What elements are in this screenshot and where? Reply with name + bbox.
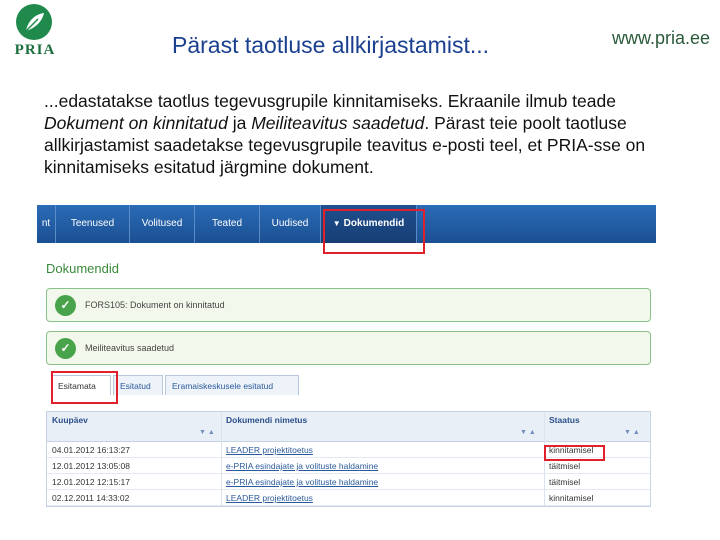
status-cell: täitmisel [549, 477, 581, 487]
body-text-part: ...edastatakse taotlus tegevusgrupile ki… [44, 91, 616, 111]
body-emphasis: Dokument on kinnitatud [44, 113, 228, 133]
success-message: ✓ FORS105: Dokument on kinnitatud [46, 288, 651, 322]
page-title: Dokumendid [46, 261, 119, 276]
site-url: www.pria.ee [612, 28, 711, 48]
date-cell: 04.01.2012 16:13:27 [52, 445, 130, 455]
column-divider [544, 412, 545, 506]
body-text-part: ja [227, 113, 252, 133]
document-name-link[interactable]: LEADER projektitoetus [226, 493, 313, 503]
status-cell: kinnitamisel [549, 445, 594, 455]
status-cell: kinnitamisel [549, 493, 594, 503]
logo-text: PRIA [14, 42, 56, 58]
pria-logo: PRIA [6, 4, 64, 64]
document-name-link[interactable]: LEADER projektitoetus [226, 445, 313, 455]
date-cell: 02.12.2011 14:33:02 [52, 493, 130, 503]
message-text: FORS105: Dokument on kinnitatud [85, 300, 225, 310]
tab-esitatud[interactable]: Esitatud [113, 375, 163, 395]
date-cell: 12.01.2012 12:15:17 [52, 477, 130, 487]
nav-item-teenused[interactable]: Teenused [56, 205, 130, 243]
top-navigation: nt Teenused Volitused Teated Uudised ▼ Do… [37, 205, 656, 243]
date-cell: 12.01.2012 13:05:08 [52, 461, 130, 471]
table-row[interactable]: 02.12.2011 14:33:02 LEADER projektitoetu… [47, 490, 650, 506]
document-name-link[interactable]: e-PRIA esindajate ja volituste haldamine [226, 461, 378, 471]
nav-item-volitused[interactable]: Volitused [130, 205, 195, 243]
status-cell: täitmisel [549, 461, 581, 471]
leaf-icon [16, 4, 52, 40]
nav-item-teated[interactable]: Teated [195, 205, 260, 243]
column-header-date[interactable]: Kuupäev [52, 415, 88, 425]
embedded-screenshot: nt Teenused Volitused Teated Uudised ▼ Do… [37, 205, 656, 510]
table-row[interactable]: 04.01.2012 16:13:27 LEADER projektitoetu… [47, 442, 650, 458]
tab-esitamata[interactable]: Esitamata [51, 375, 111, 395]
chevron-down-icon: ▼ [332, 219, 341, 228]
table-row[interactable]: 12.01.2012 13:05:08 e-PRIA esindajate ja… [47, 458, 650, 474]
slide-title: Pärast taotluse allkirjastamist... [172, 32, 490, 58]
table-row[interactable]: 12.01.2012 12:15:17 e-PRIA esindajate ja… [47, 474, 650, 490]
sort-icon[interactable]: ▼ ▲ [520, 429, 536, 436]
nav-item-uudised[interactable]: Uudised [260, 205, 321, 243]
column-divider [221, 412, 222, 506]
column-header-status[interactable]: Staatus [549, 415, 580, 425]
body-emphasis: Meiliteavitus saadetud [251, 113, 425, 133]
checkmark-icon: ✓ [55, 295, 76, 316]
documents-table: Kuupäev Dokumendi nimetus Staatus ▼ ▲ ▼ … [46, 411, 651, 507]
nav-item-label: Dokumendid [343, 218, 405, 229]
success-message: ✓ Meiliteavitus saadetud [46, 331, 651, 365]
sort-icon[interactable]: ▼ ▲ [624, 429, 640, 436]
column-header-name[interactable]: Dokumendi nimetus [226, 415, 307, 425]
body-paragraph: ...edastatakse taotlus tegevusgrupile ki… [44, 90, 684, 178]
checkmark-icon: ✓ [55, 338, 76, 359]
document-name-link[interactable]: e-PRIA esindajate ja volituste haldamine [226, 477, 378, 487]
sort-icon[interactable]: ▼ ▲ [199, 429, 215, 436]
table-header: Kuupäev Dokumendi nimetus Staatus ▼ ▲ ▼ … [47, 412, 650, 442]
message-text: Meiliteavitus saadetud [85, 343, 175, 353]
nav-item-partial[interactable]: nt [37, 205, 56, 243]
nav-item-dokumendid[interactable]: ▼ Dokumendid [321, 205, 417, 243]
tab-eramaiskeskusele[interactable]: Eramaiskeskusele esitatud [165, 375, 299, 395]
